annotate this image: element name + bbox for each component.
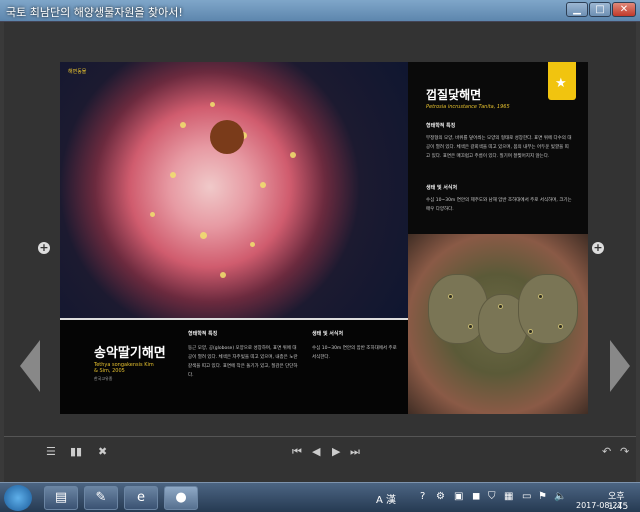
pore [558, 324, 563, 329]
next-page-icon[interactable] [610, 340, 630, 392]
first-page-icon[interactable]: ⏮ [292, 445, 302, 459]
two-page-view-icon[interactable]: ▮▮ [70, 445, 82, 458]
polyp [210, 102, 215, 107]
polyp [220, 272, 226, 278]
pore [528, 329, 533, 334]
ie-icon: e [137, 490, 145, 505]
prev-icon[interactable]: ◀ [312, 445, 320, 458]
undo-icon[interactable]: ↶ [602, 445, 611, 458]
flag-icon[interactable]: ⚑ [538, 491, 547, 502]
help-icon[interactable]: ? [420, 491, 425, 502]
close-book-icon[interactable]: ✖ [98, 445, 107, 458]
last-page-icon[interactable]: ⏭ [350, 445, 360, 459]
polyp [290, 152, 296, 158]
network-tray-icon[interactable]: ▦ [504, 491, 513, 502]
taskbar-app-explorer[interactable]: ▤ [44, 486, 78, 510]
polyp [170, 172, 176, 178]
zoom-right-button[interactable]: + [592, 242, 604, 254]
bookmark-badge[interactable]: ★ [548, 62, 576, 100]
app-tray-icon[interactable]: ▣ [454, 491, 463, 502]
pore [538, 294, 543, 299]
polyp [260, 182, 266, 188]
right-page[interactable]: ★ 껍질닻해면 Petrosia incrustance Tanita, 196… [408, 62, 588, 414]
polyp [250, 242, 255, 247]
book-spread[interactable]: 해면동물 송악딸기해면 Tethya songakensis Kim & Sim… [60, 62, 588, 414]
start-button[interactable] [4, 485, 32, 511]
close-button[interactable]: ✕ [612, 2, 636, 17]
minimize-button[interactable]: ▁ [566, 2, 588, 17]
polyp [150, 212, 155, 217]
species-type-left: 한국고유종 [94, 376, 113, 381]
list-view-icon[interactable]: ☰ [46, 445, 56, 458]
scientific-name-right: Petrosia incrustance Tanita, 1965 [426, 104, 510, 110]
app-window: 국토 최남단의 해양생물자원을 찾아서! ▁ □ ✕ 해면동물 송악딸기해면 T… [0, 0, 640, 482]
polyp [200, 232, 207, 239]
prev-page-icon[interactable] [20, 340, 40, 392]
morph-heading-right: 형태학적 특징 [426, 123, 456, 129]
left-info-panel: 송악딸기해면 Tethya songakensis Kim & Sim, 200… [60, 318, 408, 414]
sponge-photo [60, 62, 408, 318]
polyp [180, 122, 186, 128]
pore [498, 304, 503, 309]
taskbar-app-viewer[interactable]: ● [164, 486, 198, 510]
eco-text-left: 수심 10~30m 연안의 암반 조하대에서 주로 서식한다. [312, 346, 397, 360]
title-bar[interactable]: 국토 최남단의 해양생물자원을 찾아서! ▁ □ ✕ [0, 0, 640, 22]
osculum [210, 120, 244, 154]
left-page[interactable]: 해면동물 송악딸기해면 Tethya songakensis Kim & Sim… [60, 62, 408, 414]
species-name-right: 껍질닻해면 [426, 88, 482, 102]
taskbar-app-ie[interactable]: e [124, 486, 158, 510]
settings-icon[interactable]: ⚙ [436, 491, 445, 502]
ime-indicator[interactable]: A 漢 [376, 491, 396, 506]
scientific-name-left: Tethya songakensis Kim & Sim, 2005 [94, 362, 154, 374]
shield-icon[interactable]: ⛉ [488, 491, 496, 502]
paint-icon: ✎ [95, 490, 107, 505]
folder-icon: ▤ [54, 490, 68, 505]
window-title: 국토 최남단의 해양생물자원을 찾아서! [6, 6, 183, 19]
encrusting-sponge-photo [408, 234, 588, 414]
next-icon[interactable]: ▶ [332, 445, 340, 458]
eco-text-right: 수심 10~30m 연안의 제주도와 남해 암반 조하대에서 주로 서식하며, … [426, 198, 572, 212]
category-tag: 해면동물 [68, 69, 87, 75]
globe-icon: ● [175, 490, 187, 505]
system-tray: A 漢 ? ⚙ ▣ ◼ ⛉ ▦ ▭ ⚑ 🔈 오후 1:45 2017-08-27 [376, 485, 640, 512]
sponge-lobe [518, 274, 578, 344]
viewer-toolbar: ☰ ▮▮ ✖ ⏮ ◀ ▶ ⏭ ↶ ↷ [4, 436, 636, 466]
taskbar-app-paint[interactable]: ✎ [84, 486, 118, 510]
clock-date[interactable]: 2017-08-27 [576, 501, 623, 510]
maximize-button[interactable]: □ [589, 2, 611, 17]
monitor-icon[interactable]: ▭ [522, 491, 531, 502]
pore [448, 294, 453, 299]
morph-text-left: 둥근 모양, 공(globose) 모양으로 성장하며, 표면 위에 대공이 열… [188, 346, 298, 378]
species-name-left: 송악딸기해면 [94, 346, 166, 361]
taskbar: ▤ ✎ e ● A 漢 ? ⚙ ▣ ◼ ⛉ ▦ ▭ ⚑ 🔈 오후 1:45 20… [0, 482, 640, 512]
zoom-left-button[interactable]: + [38, 242, 50, 254]
redo-icon[interactable]: ↷ [620, 445, 629, 458]
pore [468, 324, 473, 329]
eco-heading-right: 생태 및 서식처 [426, 185, 458, 191]
star-icon: ★ [555, 76, 567, 91]
volume-icon[interactable]: 🔈 [554, 491, 566, 502]
eco-heading-left: 생태 및 서식처 [312, 331, 344, 337]
morph-text-right: 부정형의 모양, 바위를 덮어씌는 모양의 형태로 성장한다. 표면 위에 다수… [426, 136, 572, 159]
security-icon[interactable]: ◼ [472, 491, 480, 502]
morph-heading-left: 형태학적 특징 [188, 331, 218, 337]
